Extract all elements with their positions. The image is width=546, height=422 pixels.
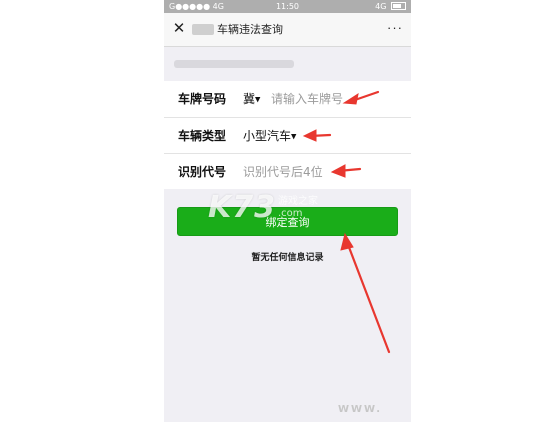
nav-bar: ✕ 车辆违法查询 ···: [164, 13, 411, 47]
more-button[interactable]: ···: [387, 20, 403, 36]
plate-row: 车牌号码 冀▼: [164, 81, 411, 117]
plate-prefix-select[interactable]: 冀▼: [243, 90, 260, 109]
battery-icon: [391, 1, 406, 10]
phone-screen: G●●●●● 4G 11:50 4G ✕ 车辆违法查询 ··· 车牌号码 冀▼ …: [164, 0, 411, 422]
vehicle-form: 车牌号码 冀▼ 车辆类型 小型汽车▼ 识别代号: [164, 81, 411, 189]
status-bar: G●●●●● 4G 11:50 4G: [164, 0, 411, 13]
empty-message: 暂无任何信息记录: [251, 253, 324, 263]
vin-input[interactable]: [243, 163, 353, 181]
plate-prefix: 冀: [243, 92, 256, 106]
type-row: 车辆类型 小型汽车▼: [164, 117, 411, 154]
vin-label: 识别代号: [178, 165, 227, 179]
status-right: 4G: [375, 0, 406, 13]
close-icon[interactable]: ✕: [170, 20, 188, 38]
network-text: 4G: [375, 2, 387, 11]
vehicle-type-select[interactable]: 小型汽车▼: [243, 127, 296, 146]
bind-query-button[interactable]: 绑定查询: [177, 207, 398, 236]
type-label: 车辆类型: [178, 129, 227, 143]
plate-label: 车牌号码: [178, 92, 227, 106]
vehicle-type-value: 小型汽车: [243, 129, 292, 143]
plate-input[interactable]: [271, 90, 361, 108]
vin-row: 识别代号: [164, 153, 411, 190]
page-title: 车辆违法查询: [217, 23, 283, 36]
caret-down-icon: ▼: [291, 132, 297, 141]
blurred-title-prefix: [192, 24, 214, 35]
status-time: 11:50: [275, 2, 300, 11]
caret-down-icon: ▼: [255, 95, 261, 104]
blurred-subheader: [174, 60, 294, 68]
